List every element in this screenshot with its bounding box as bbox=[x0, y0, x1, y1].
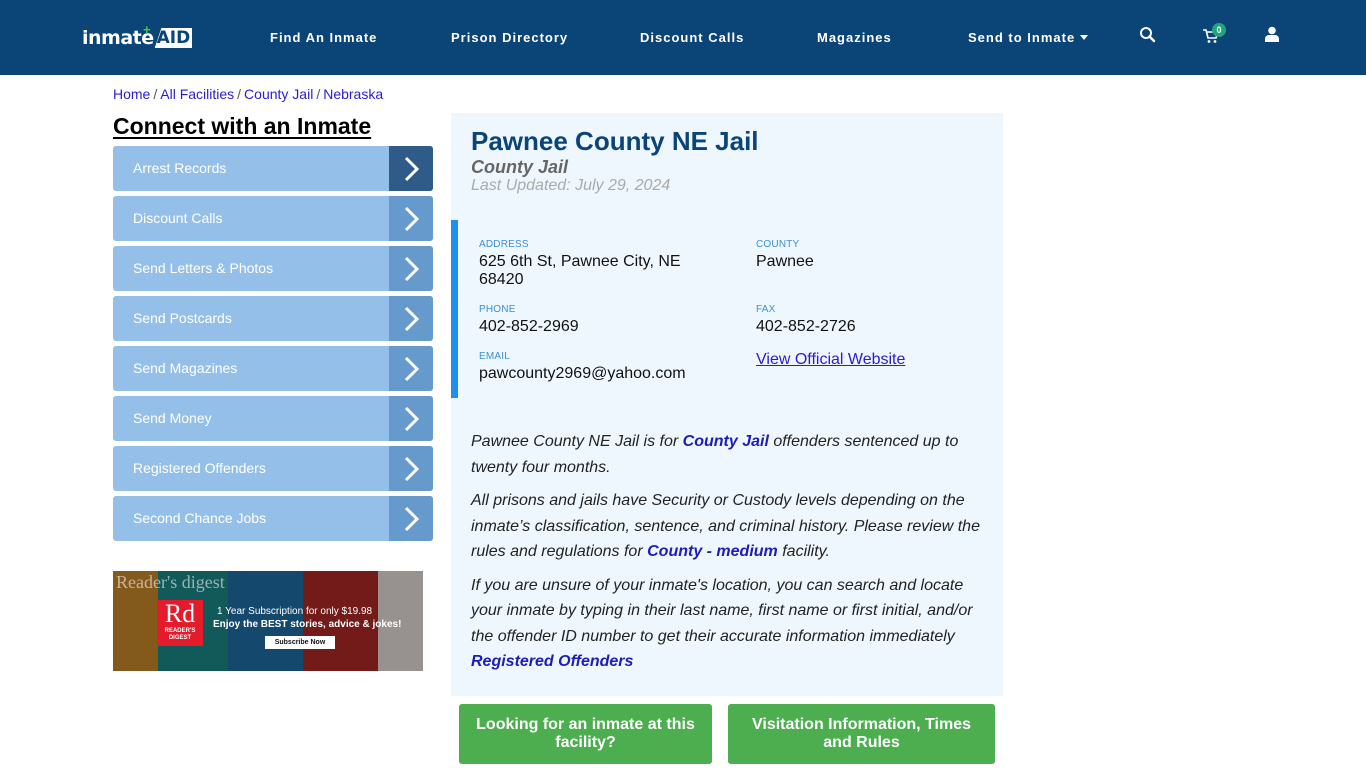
sidebar-item-second-chance-jobs[interactable]: Second Chance Jobs bbox=[113, 496, 433, 541]
description-paragraph: If you are unsure of your inmate's locat… bbox=[471, 576, 973, 671]
sidebar-item-arrest-records[interactable]: Arrest Records bbox=[113, 146, 433, 191]
breadcrumb-separator: / bbox=[237, 86, 242, 102]
breadcrumb-separator: / bbox=[153, 86, 158, 102]
address-value: 625 6th St, Pawnee City, NE 68420 bbox=[479, 253, 681, 288]
county-label: COUNTY bbox=[756, 239, 800, 250]
sidebar-item-label: Send Postcards bbox=[133, 310, 232, 326]
nav-discount-calls[interactable]: Discount Calls bbox=[640, 30, 744, 45]
chevron-right-icon bbox=[389, 346, 433, 391]
facility-name: Pawnee County NE Jail bbox=[471, 126, 759, 156]
sidebar-item-send-money[interactable]: Send Money bbox=[113, 396, 433, 441]
chevron-right-icon bbox=[389, 246, 433, 291]
registered-offenders-link[interactable]: Registered Offenders bbox=[471, 653, 633, 670]
county-field: COUNTY Pawnee bbox=[756, 239, 814, 271]
last-updated: Last Updated: July 29, 2024 bbox=[471, 177, 671, 194]
fax-label: FAX bbox=[756, 304, 776, 315]
sidebar-title: Connect with an Inmate bbox=[113, 113, 372, 139]
nav-send-to-inmate[interactable]: Send to Inmate bbox=[968, 30, 1089, 45]
top-navbar: inmate AID + Find An Inmate Prison Direc… bbox=[0, 0, 1366, 75]
phone-field: PHONE 402-852-2969 bbox=[479, 304, 579, 336]
ad-line-1: 1 Year Subscription for only $19.98 bbox=[217, 606, 373, 617]
ad-cover-title: Reader's digest bbox=[116, 572, 225, 592]
sidebar-item-send-magazines[interactable]: Send Magazines bbox=[113, 346, 433, 391]
chevron-right-icon bbox=[389, 396, 433, 441]
search-icon bbox=[1140, 27, 1156, 43]
address-field: ADDRESS 625 6th St, Pawnee City, NE 6842… bbox=[479, 239, 719, 289]
facility-description: Pawnee County NE Jail is for County Jail… bbox=[471, 429, 991, 683]
nav-find-an-inmate[interactable]: Find An Inmate bbox=[270, 30, 377, 45]
sidebar-menu: Arrest Records Discount Calls Send Lette… bbox=[113, 146, 433, 546]
sidebar-item-label: Second Chance Jobs bbox=[133, 510, 267, 526]
caret-down-icon bbox=[1080, 35, 1089, 40]
sidebar-item-send-letters-photos[interactable]: Send Letters & Photos bbox=[113, 246, 433, 291]
sidebar-item-registered-offenders[interactable]: Registered Offenders bbox=[113, 446, 433, 491]
chevron-right-icon bbox=[389, 446, 433, 491]
search-button[interactable] bbox=[1139, 26, 1161, 48]
website-field: View Official Website bbox=[756, 351, 905, 369]
sidebar-item-label: Registered Offenders bbox=[133, 460, 266, 476]
nav-magazines[interactable]: Magazines bbox=[817, 30, 892, 45]
facility-info-card: ADDRESS 625 6th St, Pawnee City, NE 6842… bbox=[451, 220, 1003, 398]
security-level-link[interactable]: County - medium bbox=[647, 543, 778, 560]
nav-send-to-inmate-label: Send to Inmate bbox=[968, 30, 1076, 45]
description-paragraph: Pawnee County NE Jail is for County Jail… bbox=[471, 433, 959, 476]
account-button[interactable] bbox=[1265, 26, 1287, 48]
user-icon bbox=[1265, 26, 1279, 42]
ad-line-2: Enjoy the BEST stories, advice & jokes! bbox=[213, 619, 402, 630]
county-jail-link[interactable]: County Jail bbox=[683, 433, 769, 450]
facility-panel: Pawnee County NE Jail County Jail Last U… bbox=[451, 113, 1003, 696]
phone-label: PHONE bbox=[479, 304, 516, 315]
email-field: EMAIL pawcounty2969@yahoo.com bbox=[479, 351, 686, 383]
cart-count-badge: 0 bbox=[1212, 23, 1226, 37]
sidebar-item-send-postcards[interactable]: Send Postcards bbox=[113, 296, 433, 341]
logo-badge: AID bbox=[154, 28, 193, 48]
sidebar-item-label: Send Money bbox=[133, 410, 212, 426]
logo-plus-icon: + bbox=[143, 22, 151, 37]
county-value: Pawnee bbox=[756, 253, 814, 270]
email-value: pawcounty2969@yahoo.com bbox=[479, 365, 686, 382]
breadcrumb-nebraska[interactable]: Nebraska bbox=[323, 86, 383, 102]
phone-value: 402-852-2969 bbox=[479, 318, 579, 335]
ad-subscribe-button[interactable]: Subscribe Now bbox=[265, 636, 335, 649]
breadcrumb-county-jail[interactable]: County Jail bbox=[244, 86, 313, 102]
chevron-right-icon bbox=[389, 296, 433, 341]
sidebar-item-label: Discount Calls bbox=[133, 210, 223, 226]
chevron-right-icon bbox=[389, 146, 433, 191]
find-inmate-at-facility-button[interactable]: Looking for an inmate at this facility? bbox=[459, 704, 712, 764]
readers-digest-logo: Rd READER'S DIGEST bbox=[157, 600, 203, 646]
readers-digest-ad[interactable]: Reader's digest Rd READER'S DIGEST 1 Yea… bbox=[113, 571, 423, 671]
visitation-info-button[interactable]: Visitation Information, Times and Rules bbox=[728, 704, 995, 764]
address-label: ADDRESS bbox=[479, 239, 529, 250]
breadcrumb-home[interactable]: Home bbox=[113, 86, 150, 102]
description-paragraph: All prisons and jails have Security or C… bbox=[471, 492, 980, 560]
sidebar-item-discount-calls[interactable]: Discount Calls bbox=[113, 196, 433, 241]
email-label: EMAIL bbox=[479, 351, 511, 362]
sidebar-item-label: Send Letters & Photos bbox=[133, 260, 274, 276]
chevron-right-icon bbox=[389, 196, 433, 241]
sidebar-item-label: Send Magazines bbox=[133, 360, 238, 376]
fax-field: FAX 402-852-2726 bbox=[756, 304, 856, 336]
breadcrumb: Home / All Facilities / County Jail / Nebraska bbox=[113, 86, 383, 102]
facility-type: County Jail bbox=[471, 157, 569, 177]
site-logo[interactable]: inmate AID bbox=[82, 27, 193, 49]
chevron-right-icon bbox=[389, 496, 433, 541]
breadcrumb-separator: / bbox=[316, 86, 321, 102]
official-website-link[interactable]: View Official Website bbox=[756, 351, 905, 368]
nav-prison-directory[interactable]: Prison Directory bbox=[451, 30, 568, 45]
breadcrumb-all-facilities[interactable]: All Facilities bbox=[160, 86, 234, 102]
sidebar-item-label: Arrest Records bbox=[133, 160, 227, 176]
fax-value: 402-852-2726 bbox=[756, 318, 856, 335]
